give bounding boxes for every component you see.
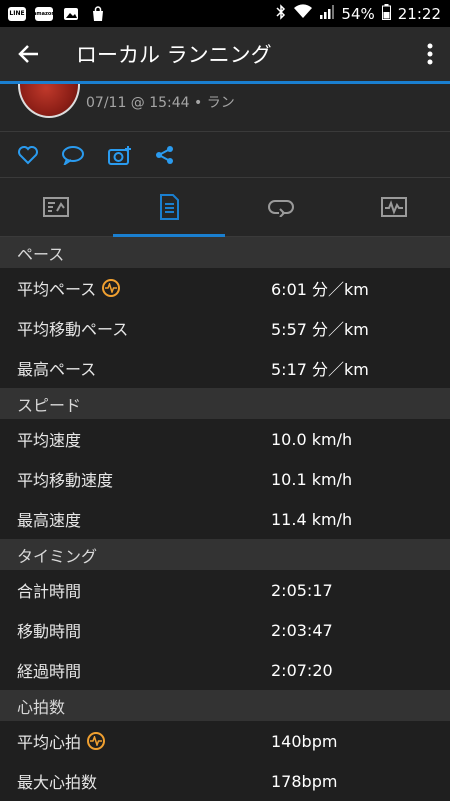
section-header-speed: スピード [0,388,450,419]
stat-value: 178bpm [271,772,337,791]
stat-label: 平均速度 [0,427,271,451]
bluetooth-icon [276,4,286,24]
heart-icon[interactable] [17,145,39,165]
arrow-left-icon [18,44,40,64]
stat-label: 平均ペース [17,276,96,300]
stat-label: 経過時間 [0,658,271,682]
stat-row-best-pace: 最高ペース 5:17 分／km [0,348,450,388]
stat-row-avg-speed: 平均速度 10.0 km/h [0,419,450,459]
image-icon [62,7,80,21]
details-icon [158,194,180,220]
stat-label: 最高速度 [0,507,271,531]
comment-icon[interactable] [61,145,85,165]
more-vert-icon [427,43,433,65]
stat-row-moving-time: 移動時間 2:03:47 [0,610,450,650]
tab-laps[interactable] [225,178,338,236]
chart-icon [381,196,407,218]
stat-row-avg-moving-pace: 平均移動ペース 5:57 分／km [0,308,450,348]
heart-rate-icon [102,279,120,297]
stat-row-elapsed-time: 経過時間 2:07:20 [0,650,450,690]
cell-signal-icon [320,5,334,23]
stat-label: 合計時間 [0,578,271,602]
stat-label: 移動時間 [0,618,271,642]
laps-icon [267,197,295,217]
stat-label: 平均移動速度 [0,467,271,491]
stat-value: 140bpm [271,732,337,751]
tab-charts[interactable] [338,178,450,236]
amazon-app-icon: amazon [35,7,53,21]
stat-value: 11.4 km/h [271,510,352,529]
section-header-heart-rate: 心拍数 [0,690,450,721]
activity-subtitle: 07/11 @ 15:44 • ラン [86,92,235,112]
stat-row-max-speed: 最高速度 11.4 km/h [0,499,450,539]
activity-header: 07/11 @ 15:44 • ラン [0,84,450,132]
stat-value: 5:57 分／km [271,316,369,340]
clock: 21:22 [398,5,441,23]
line-app-icon: LINE [8,7,26,21]
section-header-timing: タイミング [0,539,450,570]
stat-value: 6:01 分／km [271,276,369,300]
stat-value: 5:17 分／km [271,356,369,380]
stat-label: 平均心拍 [17,729,81,753]
stats-list: ペース 平均ペース 6:01 分／km 平均移動ペース 5:57 分／km 最高… [0,237,450,801]
back-button[interactable] [0,26,58,83]
battery-percent: 54% [341,5,374,23]
stat-value: 10.0 km/h [271,430,352,449]
wifi-icon [293,4,313,23]
app-bar: ローカル ランニング [0,27,450,84]
stat-row-avg-hr: 平均心拍 140bpm [0,721,450,761]
stat-label: 最大心拍数 [0,769,271,793]
stat-row-total-time: 合計時間 2:05:17 [0,570,450,610]
battery-icon [382,4,391,24]
stat-label: 最高ペース [0,356,271,380]
tab-details[interactable] [113,178,226,236]
social-actions [0,132,450,178]
stat-row-max-hr: 最大心拍数 178bpm [0,761,450,801]
stat-row-avg-pace: 平均ペース 6:01 分／km [0,268,450,308]
stat-value: 2:03:47 [271,621,333,640]
camera-add-icon[interactable] [107,144,133,166]
tab-summary[interactable] [0,178,113,236]
stat-value: 10.1 km/h [271,470,352,489]
detail-tabs [0,178,450,237]
section-header-pace: ペース [0,237,450,268]
stat-value: 2:05:17 [271,581,333,600]
page-title: ローカル ランニング [76,39,410,69]
share-icon[interactable] [155,145,175,165]
stat-row-avg-moving-speed: 平均移動速度 10.1 km/h [0,459,450,499]
stat-label: 平均移動ペース [0,316,271,340]
summary-icon [43,196,69,218]
stat-value: 2:07:20 [271,661,333,680]
shopping-bag-icon [89,7,107,21]
heart-rate-icon [87,732,105,750]
activity-thumbnail[interactable] [18,84,80,118]
status-bar: LINE amazon 54% 21:22 [0,0,450,27]
more-options-button[interactable] [410,26,450,83]
